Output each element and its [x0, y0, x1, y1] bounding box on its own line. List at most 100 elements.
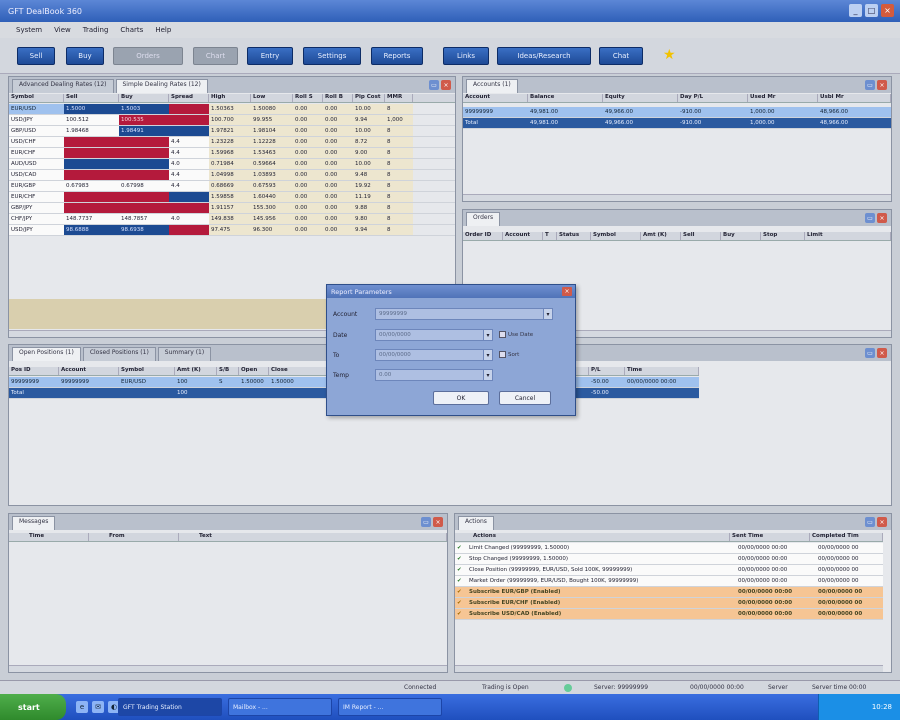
- float-panel-button[interactable]: ▭: [429, 80, 439, 90]
- table-row[interactable]: AUD/USD 4.0 0.71984 0.59664 0.00 0.00 10.00 8: [9, 159, 455, 170]
- tab-advanced-rates[interactable]: Advanced Dealing Rates (12): [12, 79, 114, 93]
- minimize-button[interactable]: _: [849, 4, 862, 17]
- col-amount[interactable]: Amt (K): [641, 232, 681, 240]
- list-item[interactable]: ✔ Close Position (99999999, EUR/USD, Sold…: [455, 565, 883, 576]
- table-row[interactable]: 99999999 49,981.00 49,966.00 -910.00 1,000.0…: [463, 107, 891, 118]
- account-field[interactable]: 99999999: [375, 308, 553, 320]
- col-used-mr[interactable]: Used Mr: [748, 94, 818, 102]
- col-sell[interactable]: Sell: [681, 232, 721, 240]
- col-symbol[interactable]: Symbol: [9, 94, 64, 102]
- tab-accounts[interactable]: Accounts (1): [466, 79, 518, 93]
- table-row[interactable]: EUR/GBP 0.67983 0.67998 4.4 0.68669 0.67593 0.…: [9, 181, 455, 192]
- col-roll-b[interactable]: Roll B: [323, 94, 353, 102]
- cancel-button[interactable]: Cancel: [499, 391, 551, 405]
- col-stop[interactable]: Stop: [761, 232, 805, 240]
- sell-button[interactable]: Sell: [17, 47, 55, 65]
- temp-dropdown-icon[interactable]: ▾: [483, 369, 493, 381]
- list-item[interactable]: ✔ Limit Changed (99999999, 1.50000) 00/00/…: [455, 543, 883, 554]
- col-time[interactable]: Time: [625, 367, 699, 375]
- to-picker-icon[interactable]: ▾: [483, 349, 493, 361]
- col-pos-id[interactable]: Pos ID: [9, 367, 59, 375]
- float-panel-button[interactable]: ▭: [865, 213, 875, 223]
- date-field[interactable]: 00/00/0000: [375, 329, 485, 341]
- messages-scrollbar[interactable]: [9, 665, 447, 672]
- float-panel-button[interactable]: ▭: [865, 348, 875, 358]
- float-panel-button[interactable]: ▭: [421, 517, 431, 527]
- maximize-button[interactable]: □: [865, 4, 878, 17]
- table-row[interactable]: GBP/USD 1.98468 1.98491 1.97821 1.98104 0.00 0…: [9, 126, 455, 137]
- col-limit[interactable]: Limit: [805, 232, 891, 240]
- col-pl[interactable]: P/L: [589, 367, 625, 375]
- to-field[interactable]: 00/00/0000: [375, 349, 485, 361]
- col-text[interactable]: Text: [179, 533, 447, 541]
- ok-button[interactable]: OK: [433, 391, 489, 405]
- close-panel-button[interactable]: ×: [441, 80, 451, 90]
- list-item[interactable]: ✔ Stop Changed (99999999, 1.50000) 00/00/0…: [455, 554, 883, 565]
- list-item[interactable]: ✔ Subscribe EUR/CHF (Enabled) 00/00/0000 0…: [455, 598, 883, 609]
- col-status[interactable]: Status: [557, 232, 591, 240]
- col-high[interactable]: High: [209, 94, 251, 102]
- task-report[interactable]: IM Report - ...: [338, 698, 442, 716]
- col-equity[interactable]: Equity: [603, 94, 678, 102]
- orders-button[interactable]: Orders: [113, 47, 183, 65]
- chat-button[interactable]: Chat: [599, 47, 643, 65]
- menu-view[interactable]: View: [54, 26, 71, 34]
- col-usbl-mr[interactable]: Usbl Mr: [818, 94, 891, 102]
- close-button[interactable]: ×: [881, 4, 894, 17]
- col-actions[interactable]: Actions: [455, 533, 730, 541]
- col-balance[interactable]: Balance: [528, 94, 603, 102]
- menu-help[interactable]: Help: [155, 26, 171, 34]
- close-panel-button[interactable]: ×: [877, 80, 887, 90]
- col-low[interactable]: Low: [251, 94, 293, 102]
- chart-button[interactable]: Chart: [193, 47, 238, 65]
- start-button[interactable]: start: [0, 694, 66, 720]
- list-item[interactable]: ✔ Market Order (99999999, EUR/USD, Bought…: [455, 576, 883, 587]
- col-account[interactable]: Account: [503, 232, 543, 240]
- menu-trading[interactable]: Trading: [83, 26, 109, 34]
- close-panel-button[interactable]: ×: [433, 517, 443, 527]
- task-mailbox[interactable]: Mailbox - ...: [228, 698, 332, 716]
- list-item[interactable]: ✔ Subscribe USD/CAD (Enabled) 00/00/0000 0…: [455, 609, 883, 620]
- ideas-research-button[interactable]: Ideas/Research: [497, 47, 591, 65]
- table-row[interactable]: USD/JPY 100.512 100.535 100.700 99.955 0.00 0.…: [9, 115, 455, 126]
- entry-button[interactable]: Entry: [247, 47, 293, 65]
- table-row[interactable]: EUR/CHF 1.59858 1.60440 0.00 0.00 11.19 8: [9, 192, 455, 203]
- col-sb[interactable]: S/B: [217, 367, 239, 375]
- col-account[interactable]: Account: [463, 94, 528, 102]
- col-day-pl[interactable]: Day P/L: [678, 94, 748, 102]
- table-row[interactable]: EUR/USD 1.5000 1.5003 1.50363 1.50080 0.00 0.0…: [9, 104, 455, 115]
- tab-summary[interactable]: Summary (1): [157, 347, 212, 361]
- close-panel-button[interactable]: ×: [877, 213, 887, 223]
- col-sent-time[interactable]: Sent Time: [730, 533, 810, 541]
- tab-simple-rates[interactable]: Simple Dealing Rates (12): [115, 79, 208, 93]
- reports-button[interactable]: Reports: [371, 47, 423, 65]
- tab-messages[interactable]: Messages: [12, 516, 56, 530]
- col-completed-time[interactable]: Completed Tim: [810, 533, 883, 541]
- table-row[interactable]: USD/CHF 4.4 1.23228 1.12228 0.00 0.00 8.72 8: [9, 137, 455, 148]
- col-symbol[interactable]: Symbol: [591, 232, 641, 240]
- actions-scrollbar[interactable]: [455, 665, 883, 672]
- table-row[interactable]: CHF/JPY 148.7737 148.7857 4.0 149.838 145.956…: [9, 214, 455, 225]
- col-time[interactable]: Time: [9, 533, 89, 541]
- col-type[interactable]: T: [543, 232, 557, 240]
- col-sell[interactable]: Sell: [64, 94, 119, 102]
- float-panel-button[interactable]: ▭: [865, 517, 875, 527]
- col-pip-cost[interactable]: Pip Cost: [353, 94, 385, 102]
- task-trading-station[interactable]: GFT Trading Station: [118, 698, 222, 716]
- tab-open-positions[interactable]: Open Positions (1): [12, 347, 81, 361]
- date-picker-icon[interactable]: ▾: [483, 329, 493, 341]
- buy-button[interactable]: Buy: [66, 47, 104, 65]
- list-item[interactable]: ✔ Subscribe EUR/GBP (Enabled) 00/00/0000 0…: [455, 587, 883, 598]
- dialog-close-icon[interactable]: ×: [562, 287, 572, 296]
- col-buy[interactable]: Buy: [119, 94, 169, 102]
- menu-charts[interactable]: Charts: [120, 26, 143, 34]
- col-amount[interactable]: Amt (K): [175, 367, 217, 375]
- tab-orders[interactable]: Orders: [466, 212, 501, 226]
- col-open[interactable]: Open: [239, 367, 269, 375]
- col-order-id[interactable]: Order ID: [463, 232, 503, 240]
- col-account[interactable]: Account: [59, 367, 119, 375]
- close-panel-button[interactable]: ×: [877, 517, 887, 527]
- tab-closed-positions[interactable]: Closed Positions (1): [82, 347, 156, 361]
- browser-icon[interactable]: e: [76, 701, 88, 713]
- col-roll-s[interactable]: Roll S: [293, 94, 323, 102]
